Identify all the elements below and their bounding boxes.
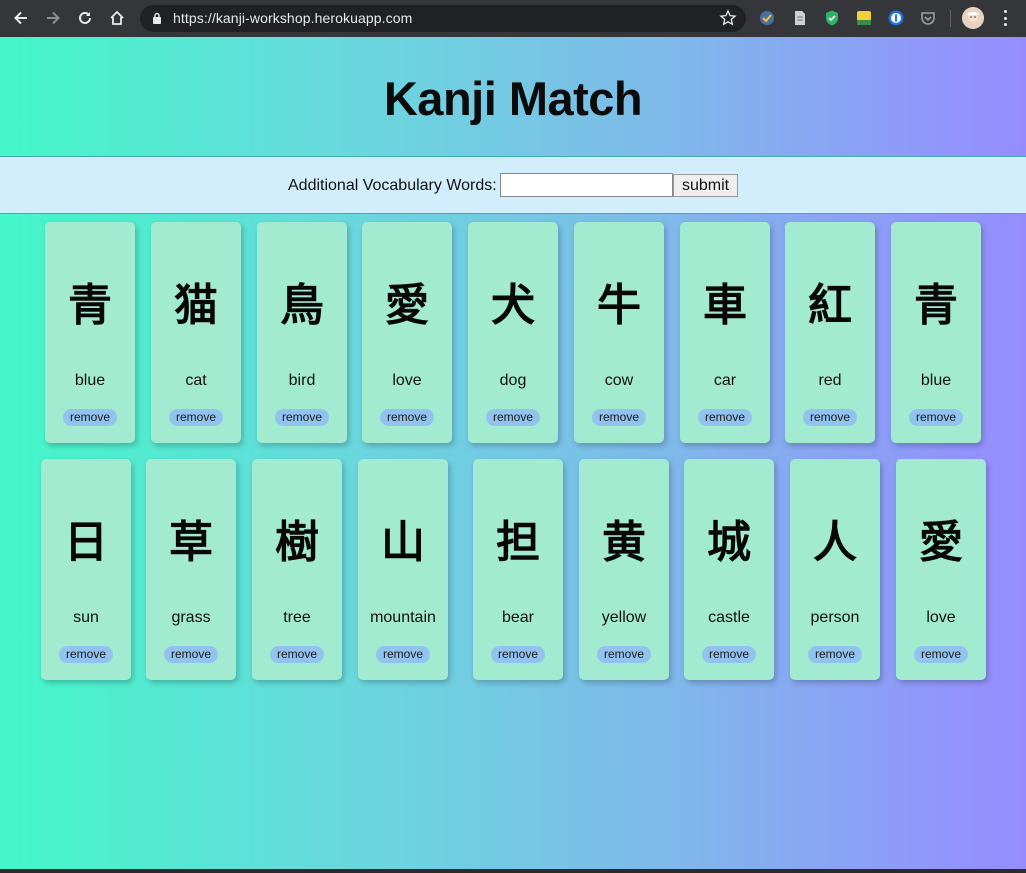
kanji-character: 愛 [385, 280, 429, 331]
remove-button[interactable]: remove [913, 646, 969, 663]
document-extension-icon[interactable] [791, 9, 809, 27]
kanji-card[interactable]: 犬 dog remove [468, 222, 558, 443]
kanji-character: 黄 [602, 517, 646, 568]
kanji-character: 草 [169, 517, 213, 568]
forward-arrow-icon[interactable] [42, 7, 64, 29]
toolbar-divider [950, 10, 951, 27]
kanji-card[interactable]: 担 bear remove [473, 459, 563, 680]
remove-button[interactable]: remove [379, 409, 435, 426]
remove-button[interactable]: remove [596, 646, 652, 663]
kanji-card[interactable]: 愛 love remove [362, 222, 452, 443]
url-text: https://kanji-workshop.herokuapp.com [173, 10, 413, 26]
kanji-meaning: yellow [601, 609, 647, 626]
kanji-meaning: love [392, 372, 422, 389]
remove-button[interactable]: remove [908, 409, 964, 426]
kanji-card[interactable]: 青 blue remove [891, 222, 981, 443]
kanji-card[interactable]: 鳥 bird remove [257, 222, 347, 443]
kanji-character: 人 [813, 517, 857, 568]
kanji-character: 青 [914, 280, 958, 331]
reload-icon[interactable] [74, 7, 96, 29]
remove-button[interactable]: remove [591, 409, 647, 426]
kanji-card[interactable]: 山 mountain remove [358, 459, 448, 680]
remove-button[interactable]: remove [269, 646, 325, 663]
remove-button[interactable]: remove [697, 409, 753, 426]
vocab-form: Additional Vocabulary Words: submit [0, 156, 1026, 214]
extension-icon[interactable] [758, 9, 776, 27]
kanji-card[interactable]: 牛 cow remove [574, 222, 664, 443]
remove-button[interactable]: remove [168, 409, 224, 426]
kanji-meaning: cat [185, 372, 207, 389]
remove-button[interactable]: remove [163, 646, 219, 663]
profile-avatar-icon[interactable] [962, 7, 984, 29]
kanji-meaning: person [810, 609, 860, 626]
page-title: Kanji Match [383, 72, 643, 125]
vocab-label: Additional Vocabulary Words: [288, 177, 497, 194]
lock-icon [153, 12, 161, 24]
remove-button[interactable]: remove [701, 646, 757, 663]
kanji-card[interactable]: 愛 love remove [896, 459, 986, 680]
shield-extension-icon[interactable] [823, 9, 841, 27]
window-bottom-edge [0, 869, 1026, 873]
kanji-character: 車 [703, 280, 747, 331]
kanji-card[interactable]: 車 car remove [680, 222, 770, 443]
kanji-meaning: sun [73, 609, 99, 626]
kanji-character: 担 [496, 517, 540, 568]
kanji-character: 日 [64, 517, 108, 568]
kanji-character: 城 [707, 517, 751, 568]
kanji-character: 牛 [597, 280, 641, 331]
remove-button[interactable]: remove [58, 646, 114, 663]
kanji-meaning: grass [171, 609, 211, 626]
kanji-meaning: bear [501, 609, 535, 626]
remove-button[interactable]: remove [490, 646, 546, 663]
kanji-character: 猫 [174, 280, 218, 331]
back-arrow-icon[interactable] [10, 7, 32, 29]
kanji-character: 鳥 [280, 280, 324, 331]
kanji-meaning: bird [288, 372, 316, 389]
kanji-meaning: tree [283, 609, 311, 626]
kanji-card[interactable]: 人 person remove [790, 459, 880, 680]
kanji-meaning: red [818, 372, 842, 389]
kanji-character: 犬 [491, 280, 535, 331]
vocab-input[interactable] [500, 173, 673, 197]
kanji-meaning: blue [920, 372, 952, 389]
remove-button[interactable]: remove [802, 409, 858, 426]
kanji-character: 山 [381, 517, 425, 568]
page-content: Kanji Match Additional Vocabulary Words:… [0, 37, 1026, 869]
kanji-meaning: blue [74, 372, 106, 389]
kanji-character: 紅 [808, 280, 852, 331]
browser-toolbar: https://kanji-workshop.herokuapp.com [0, 0, 1026, 37]
sticky-note-extension-icon[interactable] [855, 9, 873, 27]
kanji-meaning: dog [499, 372, 527, 389]
kanji-card[interactable]: 紅 red remove [785, 222, 875, 443]
kanji-character: 樹 [275, 517, 319, 568]
bookmark-star-icon[interactable] [719, 9, 737, 27]
submit-button[interactable]: submit [673, 174, 738, 197]
kanji-card[interactable]: 青 blue remove [45, 222, 135, 443]
remove-button[interactable]: remove [485, 409, 541, 426]
kanji-meaning: love [926, 609, 956, 626]
kanji-card[interactable]: 黄 yellow remove [579, 459, 669, 680]
kanji-card[interactable]: 樹 tree remove [252, 459, 342, 680]
menu-kebab-icon[interactable] [998, 9, 1012, 27]
home-icon[interactable] [106, 7, 128, 29]
remove-button[interactable]: remove [375, 646, 431, 663]
kanji-meaning: mountain [370, 609, 436, 626]
address-bar[interactable]: https://kanji-workshop.herokuapp.com [140, 5, 746, 32]
password-manager-icon[interactable] [887, 9, 905, 27]
kanji-meaning: car [713, 372, 737, 389]
kanji-card[interactable]: 日 sun remove [41, 459, 131, 680]
kanji-meaning: cow [604, 372, 634, 389]
remove-button[interactable]: remove [274, 409, 330, 426]
kanji-card[interactable]: 草 grass remove [146, 459, 236, 680]
kanji-card[interactable]: 城 castle remove [684, 459, 774, 680]
kanji-character: 愛 [919, 517, 963, 568]
kanji-card[interactable]: 猫 cat remove [151, 222, 241, 443]
kanji-meaning: castle [708, 609, 750, 626]
kanji-character: 青 [68, 280, 112, 331]
remove-button[interactable]: remove [62, 409, 118, 426]
remove-button[interactable]: remove [807, 646, 863, 663]
pocket-icon[interactable] [919, 9, 937, 27]
